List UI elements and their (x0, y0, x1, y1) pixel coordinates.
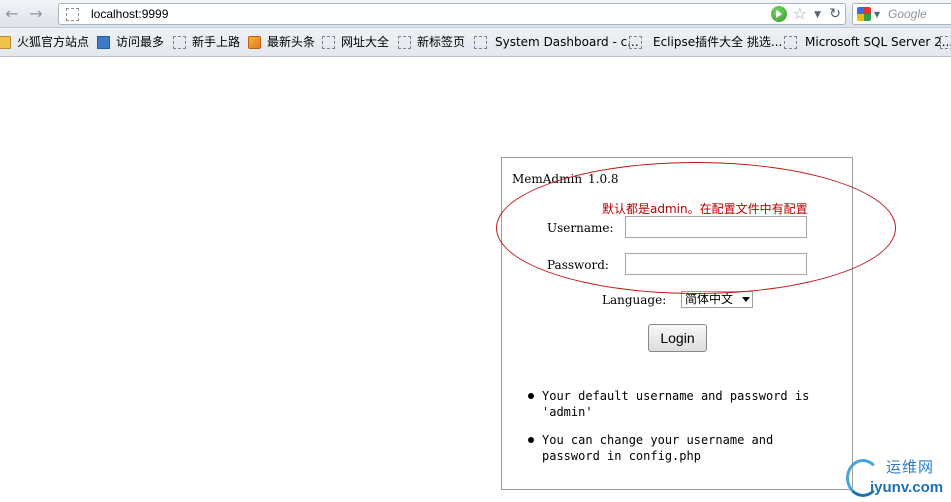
folder-icon (0, 36, 11, 49)
app-title: MemAdmin (512, 172, 583, 186)
url-history-dropdown-icon[interactable]: ▼ (814, 5, 821, 25)
password-input[interactable] (625, 253, 807, 275)
go-arrow-icon[interactable] (771, 6, 787, 22)
url-text[interactable]: localhost:9999 (91, 6, 168, 22)
bookmark-label: 最新头条 (267, 35, 316, 49)
forward-arrow-icon[interactable]: → (26, 4, 46, 24)
language-selected-value: 简体中文 (685, 292, 734, 306)
bookmark-label: 新标签页 (417, 35, 466, 49)
google-engine-icon[interactable] (857, 7, 871, 21)
chevron-down-icon (742, 297, 750, 302)
page-icon (398, 36, 411, 49)
back-arrow-icon[interactable]: ← (2, 4, 22, 24)
site-identity-icon[interactable] (66, 8, 79, 21)
list-item: You can change your username and passwor… (526, 432, 826, 464)
bookmark-label: 新手上路 (192, 35, 241, 49)
login-button[interactable]: Login (648, 324, 707, 352)
page-icon (173, 36, 186, 49)
star-icon[interactable]: ☆ (793, 4, 807, 24)
list-item: Your default username and password is 'a… (526, 388, 826, 420)
page-icon (322, 36, 335, 49)
search-bar[interactable]: ▼ Google (852, 3, 951, 25)
bookmark-label: Microsoft SQL Server 2... (805, 35, 951, 49)
login-notes-list: Your default username and password is 'a… (526, 388, 826, 476)
bookmark-label: 网址大全 (341, 35, 390, 49)
watermark-text: 运维网 (886, 458, 935, 476)
watermark-logo: 运维网 iyunv.com (846, 455, 951, 502)
search-placeholder[interactable]: Google (888, 6, 927, 22)
app-version: 1.0.8 (588, 172, 619, 186)
language-select[interactable]: 简体中文 (681, 291, 753, 308)
engine-dropdown-icon[interactable]: ▼ (874, 5, 880, 25)
search-icon (97, 36, 110, 49)
url-bar[interactable]: localhost:9999 ☆ ▼ ↻ (58, 3, 846, 25)
language-label: Language: (602, 293, 667, 307)
password-label: Password: (547, 258, 609, 272)
bookmark-label: 火狐官方站点 (17, 35, 90, 49)
rss-feed-icon (248, 36, 261, 49)
bookmark-label: Eclipse插件大全 挑选... (653, 35, 783, 49)
page-icon (784, 36, 797, 49)
page-icon (474, 36, 487, 49)
login-panel: MemAdmin 1.0.8 默认都是admin。在配置文件中有配置 Usern… (501, 157, 853, 490)
watermark-url: iyunv.com (870, 479, 944, 496)
username-input[interactable] (625, 216, 807, 238)
browser-toolbar: ← → localhost:9999 ☆ ▼ ↻ ▼ Google (0, 0, 951, 28)
default-credentials-hint: 默认都是admin。在配置文件中有配置 (602, 202, 808, 216)
page-icon (940, 36, 951, 49)
bookmark-label: 访问最多 (116, 35, 165, 49)
reload-icon[interactable]: ↻ (829, 4, 841, 24)
bookmarks-toolbar: 火狐官方站点 访问最多 新手上路 最新头条 网址大全 新标签页 System D… (0, 28, 951, 57)
username-label: Username: (547, 221, 614, 235)
bookmark-label: System Dashboard - c... (495, 35, 639, 49)
page-icon (629, 36, 642, 49)
